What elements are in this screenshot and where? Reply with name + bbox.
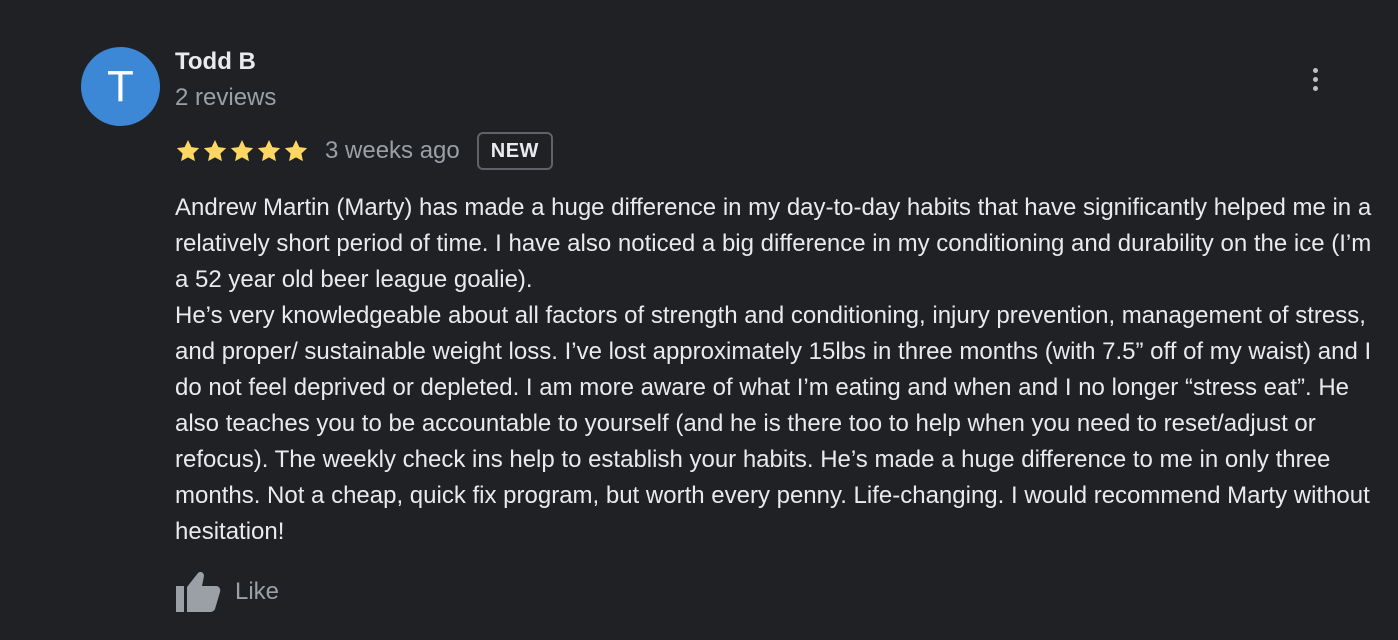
star-icon (284, 139, 308, 162)
star-icon (230, 139, 254, 162)
avatar[interactable]: T (81, 47, 160, 126)
star-icon (257, 139, 281, 162)
star-icon (203, 139, 227, 162)
new-badge: NEW (476, 132, 553, 170)
more-vert-icon-dot (1312, 85, 1318, 91)
like-button[interactable]: Like (175, 570, 279, 614)
author-review-count: 2 reviews (175, 84, 277, 111)
rating-row: 3 weeks ago NEW (175, 130, 553, 172)
more-options-button[interactable] (1300, 62, 1330, 96)
thumbs-up-icon (176, 572, 221, 612)
like-label: Like (235, 578, 280, 605)
review-timestamp: 3 weeks ago (325, 137, 460, 164)
review-text: Andrew Martin (Marty) has made a huge di… (175, 194, 1372, 545)
avatar-initial: T (107, 61, 134, 111)
star-icon (176, 139, 200, 162)
author-name[interactable]: Todd B (175, 48, 256, 76)
review-card: T Todd B 2 reviews 3 weeks ago NEW Andre… (0, 0, 1398, 640)
more-vert-icon-dot (1312, 76, 1318, 82)
more-vert-icon (1312, 67, 1318, 73)
star-rating (175, 138, 309, 164)
